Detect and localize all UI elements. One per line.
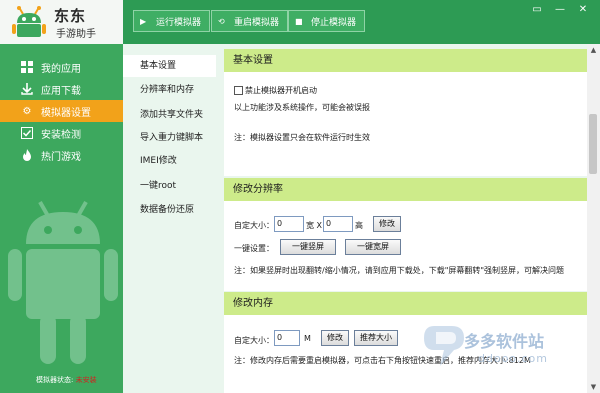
quick-set-label: 一键设置： xyxy=(234,244,274,253)
sidebar-item-download[interactable]: 应用下载 xyxy=(0,78,123,100)
scroll-down-icon[interactable]: ▼ xyxy=(587,381,600,393)
memory-unit-label: M xyxy=(304,334,311,343)
recommend-size-button[interactable]: 推荐大小 xyxy=(354,330,398,346)
tab-imei[interactable]: IMEI修改 xyxy=(123,150,216,172)
gear-icon: ⚙ xyxy=(22,105,32,117)
section-title-basic: 基本设置 xyxy=(224,49,589,72)
resolution-width-input[interactable]: 0 xyxy=(274,216,304,232)
portrait-button[interactable]: 一键竖屏 xyxy=(280,239,336,255)
feedback-icon[interactable]: ▭ xyxy=(530,4,544,15)
android-mascot-icon xyxy=(8,201,118,364)
resolution-custom-label: 自定大小： xyxy=(234,221,274,230)
content-scrollbar[interactable]: ▲ ▼ xyxy=(587,44,600,393)
landscape-button[interactable]: 一键宽屏 xyxy=(345,239,401,255)
app-subtitle: 手游助手 xyxy=(56,29,96,40)
section-title-resolution: 修改分辨率 xyxy=(224,178,589,201)
tab-shared-folder[interactable]: 添加共享文件夹 xyxy=(123,104,216,126)
app-title: 东东 xyxy=(54,7,87,25)
memory-size-input[interactable]: 0 xyxy=(274,330,300,346)
emulator-status: 模拟器状态: 未安装 xyxy=(36,376,97,384)
android-logo-icon xyxy=(12,6,46,37)
title-bar: 东东 手游助手 ▶ 运行模拟器 ⟲ 重启模拟器 ■ 停止模拟器 ▭ — ✕ xyxy=(0,0,600,44)
stop-icon: ■ xyxy=(295,16,303,26)
disable-autostart-checkbox[interactable] xyxy=(234,86,243,95)
close-icon[interactable]: ✕ xyxy=(576,4,590,15)
tab-backup-restore[interactable]: 数据备份还原 xyxy=(123,199,216,221)
tab-root[interactable]: 一键root xyxy=(123,175,216,197)
basic-settings-panel: 禁止模拟器开机启动 以上功能涉及系统操作，可能会被误报 注：模拟器设置只会在软件… xyxy=(224,72,589,176)
memory-modify-button[interactable]: 修改 xyxy=(321,330,349,346)
watermark-url: ddooo.com xyxy=(478,352,548,365)
restart-icon: ⟲ xyxy=(218,16,225,26)
tab-resolution-memory[interactable]: 分辨率和内存 xyxy=(123,79,216,101)
scroll-thumb[interactable] xyxy=(589,114,597,174)
sidebar-item-hot-games[interactable]: 热门游戏 xyxy=(0,144,123,166)
fire-icon xyxy=(20,148,34,162)
download-icon xyxy=(20,82,34,96)
tab-gravity-script[interactable]: 导入重力键脚本 xyxy=(123,127,216,149)
sidebar-item-my-apps[interactable]: 我的应用 xyxy=(0,56,123,78)
resolution-panel: 自定大小： 0 宽 X 0 高 修改 一键设置： 一键竖屏 一键宽屏 注：如果竖… xyxy=(224,201,589,291)
disable-autostart-label: 禁止模拟器开机启动 xyxy=(245,86,317,95)
restart-emulator-button[interactable]: ⟲ 重启模拟器 xyxy=(211,10,289,32)
height-unit-label: 高 xyxy=(355,221,363,230)
sidebar: 我的应用 应用下载 ⚙ 模拟器设置 安装检测 热门游戏 模拟器状态: 未安装 xyxy=(0,44,123,393)
emulator-status-value: 未安装 xyxy=(75,376,97,384)
resolution-modify-button[interactable]: 修改 xyxy=(373,216,401,232)
section-title-memory: 修改内存 xyxy=(224,292,589,315)
sidebar-item-emulator-settings[interactable]: ⚙ 模拟器设置 xyxy=(0,100,123,122)
tab-basic-settings[interactable]: 基本设置 xyxy=(123,55,216,77)
scroll-up-icon[interactable]: ▲ xyxy=(587,44,600,56)
stop-emulator-button[interactable]: ■ 停止模拟器 xyxy=(288,10,366,32)
run-emulator-button[interactable]: ▶ 运行模拟器 xyxy=(133,10,211,32)
check-icon xyxy=(20,126,34,140)
resolution-note: 注：如果竖屏时出现翻转/缩小情况，请到应用下载处，下载"屏幕翻转"强制竖屏，可解… xyxy=(234,266,565,275)
resolution-height-input[interactable]: 0 xyxy=(323,216,353,232)
minimize-icon[interactable]: — xyxy=(553,4,567,15)
system-warning-note: 以上功能涉及系统操作，可能会被误报 xyxy=(234,103,370,112)
width-unit-label: 宽 X xyxy=(306,221,323,230)
logo-area: 东东 手游助手 xyxy=(0,0,123,44)
sidebar-item-install-check[interactable]: 安装检测 xyxy=(0,122,123,144)
settings-note: 注：模拟器设置只会在软件运行时生效 xyxy=(234,133,370,142)
memory-custom-label: 自定大小： xyxy=(234,336,274,345)
grid-icon xyxy=(20,60,34,74)
play-icon: ▶ xyxy=(140,16,147,26)
settings-submenu: 基本设置 分辨率和内存 添加共享文件夹 导入重力键脚本 IMEI修改 一键roo… xyxy=(123,44,216,393)
watermark-text: 多多软件站 xyxy=(464,332,545,351)
